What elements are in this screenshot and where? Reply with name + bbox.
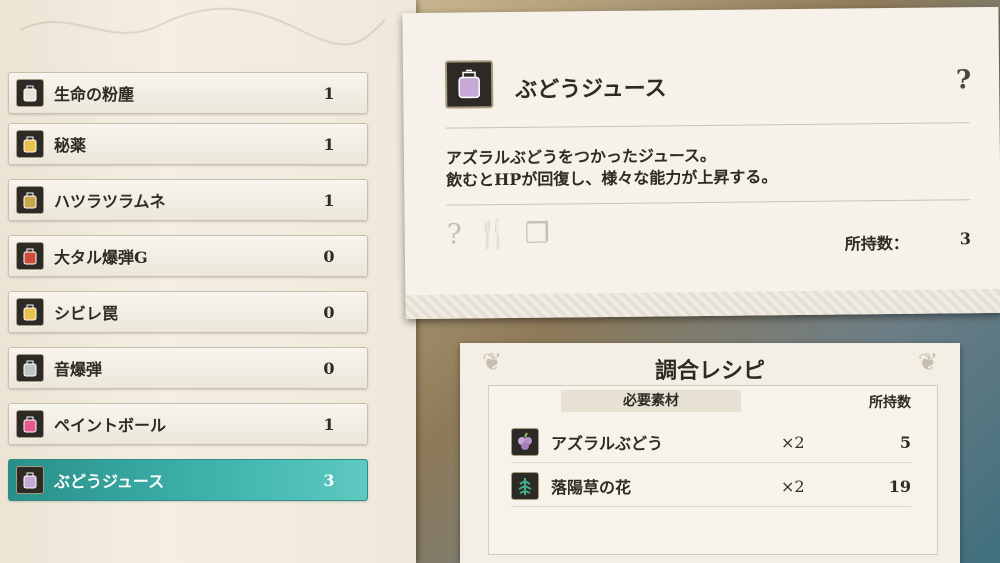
grape-icon xyxy=(511,428,539,456)
item-row[interactable]: 大タル爆弾G 0 xyxy=(8,235,368,277)
divider xyxy=(511,462,911,463)
herb-flower-icon xyxy=(511,472,539,500)
description-line-2: 飲むとHPが回復し、様々な能力が上昇する。 xyxy=(446,167,778,190)
paintball-icon xyxy=(16,410,44,438)
divider xyxy=(446,199,971,206)
material-qty: ×2 xyxy=(781,476,805,496)
item-title: ぶどうジュース xyxy=(515,75,667,103)
juice-jar-icon xyxy=(444,60,494,109)
item-name: 音爆弾 xyxy=(54,360,103,379)
material-name: アズラルぶどう xyxy=(551,434,664,453)
item-count: 0 xyxy=(323,246,335,266)
item-property-icons: ? 🍴 ❐ xyxy=(447,217,550,251)
item-name: 秘薬 xyxy=(54,136,87,155)
potion-flask-icon xyxy=(16,130,44,158)
materials-header: 必要素材 xyxy=(561,390,741,412)
item-name: シビレ罠 xyxy=(54,304,119,323)
material-name: 落陽草の花 xyxy=(551,478,632,497)
item-count: 1 xyxy=(323,190,335,210)
divider xyxy=(445,122,970,129)
juice-jar-icon xyxy=(16,466,44,494)
divider xyxy=(511,506,911,507)
item-name: ハツラツラムネ xyxy=(54,192,166,211)
shock-trap-icon xyxy=(16,298,44,326)
item-count: 0 xyxy=(323,302,335,322)
item-row[interactable]: ハツラツラムネ 1 xyxy=(8,179,368,221)
item-count: 0 xyxy=(323,358,335,378)
recipe-title: 調合レシピ xyxy=(654,358,765,384)
ornament-flourish xyxy=(19,7,386,46)
item-description: アズラルぶどうをつかったジュース。 飲むとHPが回復し、様々な能力が上昇する。 xyxy=(446,144,778,191)
material-row[interactable]: 落陽草の花 ×2 19 xyxy=(511,470,911,502)
material-row[interactable]: アズラルぶどう ×2 5 xyxy=(511,426,911,458)
item-name: ぶどうジュース xyxy=(54,472,165,491)
owned-value: 3 xyxy=(959,229,972,249)
owned-label: 所持数： xyxy=(844,233,909,254)
item-row[interactable]: ペイントボール 1 xyxy=(8,403,368,445)
help-stand-icon: ? xyxy=(446,217,462,251)
sonic-bomb-icon xyxy=(16,354,44,382)
item-row[interactable]: 音爆弾 0 xyxy=(8,347,368,389)
item-row[interactable]: ぶどうジュース 3 xyxy=(8,459,368,501)
item-row[interactable]: 秘薬 1 xyxy=(8,123,368,165)
item-count: 3 xyxy=(323,470,335,490)
item-row[interactable]: 生命の粉塵 1 xyxy=(8,72,368,114)
fork-knife-icon: 🍴 xyxy=(475,217,511,251)
item-list-panel: 生命の粉塵 1 秘薬 1 ハツラツラムネ 1 大タル爆弾G 0 シビレ罠 0 音爆弾 0 ペイントボール… xyxy=(0,0,416,563)
item-name: 生命の粉塵 xyxy=(54,85,135,104)
item-count: 1 xyxy=(323,414,335,434)
owned-header: 所持数 xyxy=(869,395,911,411)
recipe-panel: ❦ ❦ 調合レシピ 必要素材 所持数 アズラルぶどう ×2 5 落陽草の花 ×2… xyxy=(460,343,960,563)
dust-icon xyxy=(16,79,44,107)
item-row[interactable]: シビレ罠 0 xyxy=(8,291,368,333)
bottle-icon xyxy=(16,186,44,214)
help-button[interactable]: ? xyxy=(956,65,972,95)
barrel-bomb-icon xyxy=(16,242,44,270)
material-qty: ×2 xyxy=(781,432,805,452)
recipe-table: 必要素材 所持数 アズラルぶどう ×2 5 落陽草の花 ×2 19 xyxy=(488,385,938,555)
item-count: 1 xyxy=(323,134,335,154)
material-owned: 19 xyxy=(888,476,911,496)
item-name: ペイントボール xyxy=(54,416,167,435)
material-owned: 5 xyxy=(899,432,911,452)
item-name: 大タル爆弾G xyxy=(54,248,148,267)
item-detail-card: ぶどうジュース ? アズラルぶどうをつかったジュース。 飲むとHPが回復し、様々… xyxy=(402,6,1000,320)
tag-icon: ❐ xyxy=(524,216,550,250)
help-icon: ? xyxy=(955,65,972,96)
item-count: 1 xyxy=(323,83,335,103)
